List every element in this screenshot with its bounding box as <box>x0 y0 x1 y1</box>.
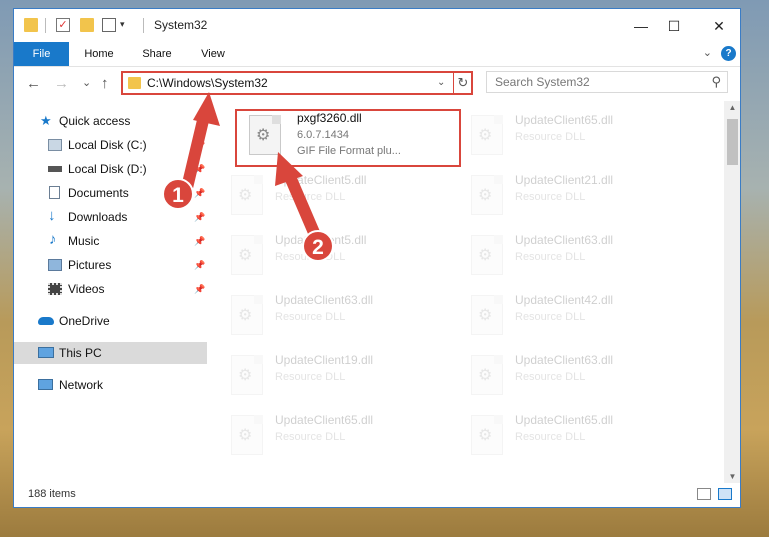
callout-1: 1 <box>162 178 194 210</box>
arrow-2-head <box>275 152 303 186</box>
arrow-1-shaft <box>180 106 211 198</box>
callout-2: 2 <box>302 230 334 262</box>
annotation-arrows <box>180 92 324 248</box>
